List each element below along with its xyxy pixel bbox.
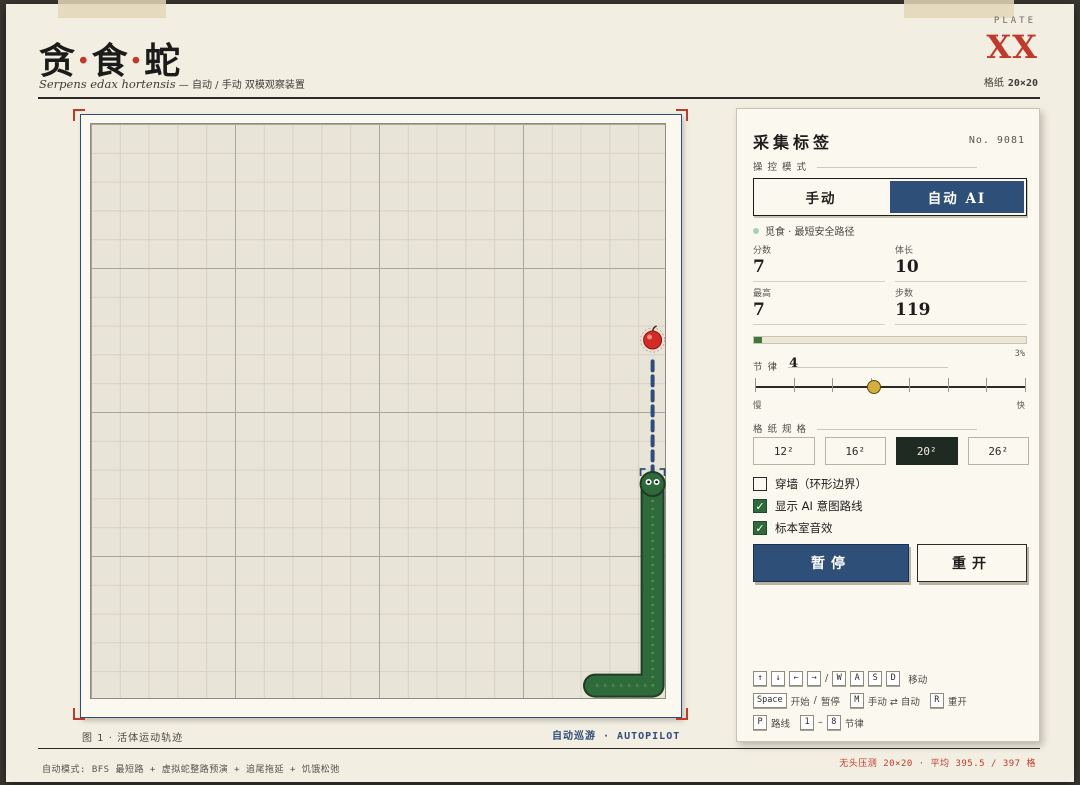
- control-panel: 采集标签 No. 9081 操控模式 手动 自动 AI 觅食 · 最短安全路径 …: [736, 108, 1040, 742]
- sound-option[interactable]: ✓ 标本室音效: [753, 520, 833, 536]
- corner-mark: [73, 109, 85, 121]
- footer-rule: [38, 748, 1040, 749]
- tempo-slider-knob[interactable]: [866, 380, 881, 394]
- status-dot-icon: [753, 227, 759, 234]
- key-m: M: [849, 693, 864, 708]
- size-12-button[interactable]: 12²: [753, 437, 815, 465]
- help-controls: Space 开始 / 暂停 M 手动 ⇄ 自动 R 重开: [753, 693, 967, 708]
- panel-serial: No. 9081: [968, 135, 1025, 146]
- progress-fill: [754, 337, 763, 343]
- help-move: ↑ ↓ ← → / W A S D 移动: [753, 671, 927, 686]
- steps-value: 119: [895, 300, 931, 320]
- ai-status-text: 觅食 · 最短安全路径: [765, 227, 855, 238]
- size-selector: 12² 16² 20² 26²: [753, 437, 1029, 465]
- path-option[interactable]: ✓ 显示 AI 意图路线: [753, 498, 863, 514]
- mode-toggle: 手动 自动 AI: [753, 178, 1027, 216]
- key-1: 1: [800, 715, 815, 730]
- mode-section-label: 操控模式: [753, 159, 977, 173]
- progress-percent: 3%: [1014, 349, 1025, 359]
- snake-pupil-right: [655, 480, 658, 484]
- panel-title: 采集标签: [753, 133, 834, 152]
- header-rule: [38, 97, 1040, 99]
- sound-label: 标本室音效: [775, 521, 833, 535]
- length-value: 10: [895, 257, 919, 277]
- paper-size: 格纸 20×20: [983, 78, 1038, 89]
- plate-label: PLATE: [993, 16, 1036, 26]
- key-s: S: [868, 671, 883, 686]
- game-board[interactable]: [90, 123, 666, 699]
- best-stat: 最高 7: [753, 286, 885, 325]
- length-stat: 体长 10: [895, 243, 1027, 282]
- specimen-sheet: 贪·食·蛇 Serpens edax hortensis — 自动 / 手动 双…: [6, 0, 1074, 782]
- corner-mark: [73, 708, 85, 720]
- slider-tick: [1025, 378, 1026, 392]
- key-left: ←: [789, 671, 803, 686]
- score-value: 7: [753, 257, 765, 277]
- pause-button[interactable]: 暂停: [753, 544, 909, 582]
- tape-left: [58, 0, 166, 18]
- plate-number: XX: [986, 28, 1038, 66]
- food-stem: [651, 325, 657, 332]
- size-section-label: 格纸规格: [753, 421, 977, 435]
- length-label: 体长: [895, 246, 914, 256]
- key-down: ↓: [771, 671, 785, 686]
- best-label: 最高: [753, 289, 772, 299]
- key-r: R: [929, 693, 944, 708]
- autopilot-tag: 自动巡游 · AUTOPILOT: [552, 731, 681, 742]
- slow-label: 慢: [753, 401, 762, 411]
- board-canvas: [583, 325, 666, 698]
- snake-pupil-left: [647, 480, 650, 484]
- board-fill-progress: [753, 336, 1027, 344]
- footer-algorithm: 自动模式: BFS 最短路 + 虚拟蛇整路预演 + 追尾拖延 + 饥饿松弛: [42, 765, 340, 775]
- fast-label: 快: [1016, 401, 1025, 411]
- size-16-button[interactable]: 16²: [824, 437, 886, 465]
- steps-label: 步数: [895, 289, 914, 299]
- tempo-value: 4: [789, 356, 799, 371]
- slider-tick: [947, 378, 949, 392]
- wrap-checkbox[interactable]: [753, 477, 767, 491]
- slider-tick: [793, 378, 795, 392]
- help-path: P 路线 1 – 8 节律: [753, 715, 864, 730]
- restart-button[interactable]: 重开: [917, 544, 1027, 582]
- figure-caption: 图 1 · 活体运动轨迹: [82, 733, 184, 744]
- subtitle: Serpens edax hortensis — 自动 / 手动 双模观察装置: [39, 77, 305, 91]
- footer-benchmark: 无头压测 20×20 · 平均 395.5 / 397 格: [839, 759, 1036, 769]
- key-p: P: [753, 715, 767, 730]
- key-up: ↑: [753, 671, 767, 686]
- key-space: Space: [753, 693, 787, 708]
- corner-mark: [676, 109, 688, 121]
- auto-ai-mode-button[interactable]: 自动 AI: [890, 181, 1024, 213]
- key-w: W: [832, 671, 847, 686]
- slider-tick: [986, 378, 988, 392]
- slider-tick: [832, 378, 834, 392]
- tempo-section-label: 节律: [753, 359, 948, 373]
- slider-tick: [909, 378, 911, 392]
- size-20-button[interactable]: 20²: [896, 437, 958, 465]
- ai-status: 觅食 · 最短安全路径: [753, 223, 855, 238]
- path-checkbox[interactable]: ✓: [753, 499, 767, 513]
- sound-checkbox[interactable]: ✓: [753, 521, 767, 535]
- key-a: A: [850, 671, 865, 686]
- corner-mark: [676, 708, 688, 720]
- snake-body: [585, 474, 663, 696]
- key-d: D: [886, 671, 901, 686]
- score-stat: 分数 7: [753, 243, 885, 282]
- wrap-option[interactable]: 穿墙（环形边界）: [753, 476, 867, 492]
- manual-mode-button[interactable]: 手动: [754, 179, 888, 215]
- score-label: 分数: [753, 246, 772, 256]
- slider-tick: [755, 378, 756, 392]
- best-value: 7: [753, 300, 765, 320]
- tempo-slider[interactable]: [755, 386, 1025, 388]
- snake-head: [639, 471, 666, 497]
- path-label: 显示 AI 意图路线: [775, 499, 863, 513]
- food-highlight: [647, 334, 653, 340]
- food-apple-icon: [643, 330, 663, 350]
- size-26-button[interactable]: 26²: [967, 437, 1029, 465]
- key-8: 8: [826, 715, 841, 730]
- key-right: →: [807, 671, 821, 686]
- wrap-label: 穿墙（环形边界）: [775, 477, 867, 491]
- steps-stat: 步数 119: [895, 286, 1027, 325]
